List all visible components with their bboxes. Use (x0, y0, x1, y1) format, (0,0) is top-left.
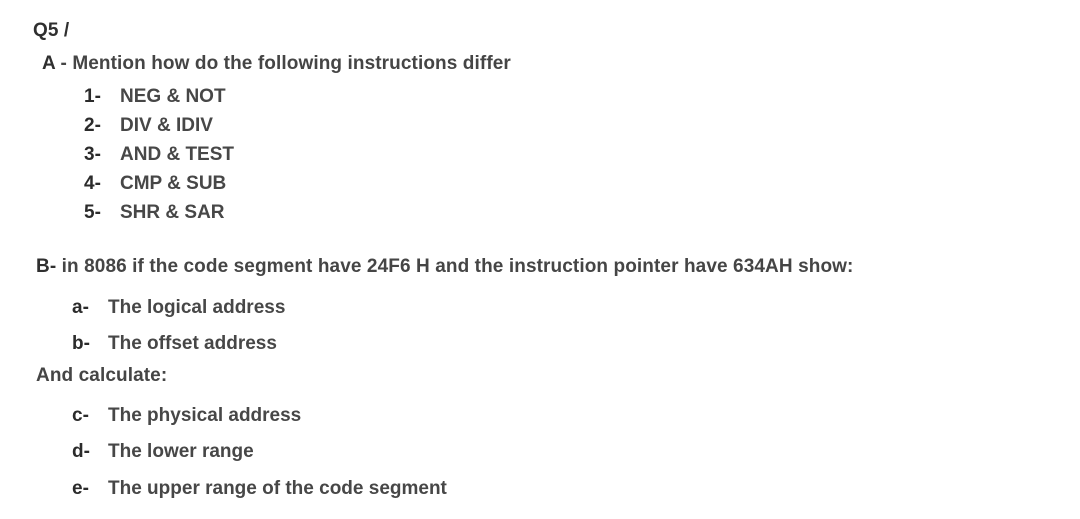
and-calculate-text: And calculate: (36, 365, 168, 386)
page-title: Q5 / (33, 20, 70, 41)
list-item-label: The upper range of the code segment (108, 478, 447, 499)
section-a-prompt-text: Mention how do the following instruction… (72, 53, 511, 74)
list-item-label: SHR & SAR (120, 202, 225, 223)
section-b-marker: B- (36, 256, 57, 277)
list-item-label: The lower range (108, 441, 254, 462)
list-item-label: AND & TEST (120, 144, 234, 165)
list-item-marker: 2- (84, 115, 101, 136)
list-item-label: CMP & SUB (120, 173, 227, 194)
list-item-marker: 3- (84, 144, 101, 165)
document-page: Q5 / A - Mention how do the following in… (0, 0, 1080, 519)
section-a-marker: A (42, 53, 56, 74)
section-b-prompt-text: in 8086 if the code segment have 24F6 H … (61, 256, 854, 277)
list-item-marker: c- (72, 405, 89, 426)
list-item-label: NEG & NOT (120, 86, 226, 107)
list-item-label: The offset address (108, 333, 277, 354)
list-item-marker: b- (72, 333, 90, 354)
section-a-prompt: A - Mention how do the following instruc… (42, 53, 511, 75)
list-item-label: The logical address (108, 297, 286, 318)
list-item-marker: e- (72, 478, 89, 499)
list-item-marker: 5- (84, 202, 101, 223)
section-a-separator: - (55, 53, 73, 74)
section-b-prompt: B- in 8086 if the code segment have 24F6… (36, 256, 853, 278)
and-calculate-prompt: And calculate: (36, 365, 167, 387)
list-item-marker: a- (72, 297, 89, 318)
list-item-marker: d- (72, 441, 90, 462)
list-item-label: The physical address (108, 405, 302, 426)
list-item-label: DIV & IDIV (120, 115, 213, 136)
list-item-marker: 1- (84, 86, 101, 107)
list-item-marker: 4- (84, 173, 101, 194)
